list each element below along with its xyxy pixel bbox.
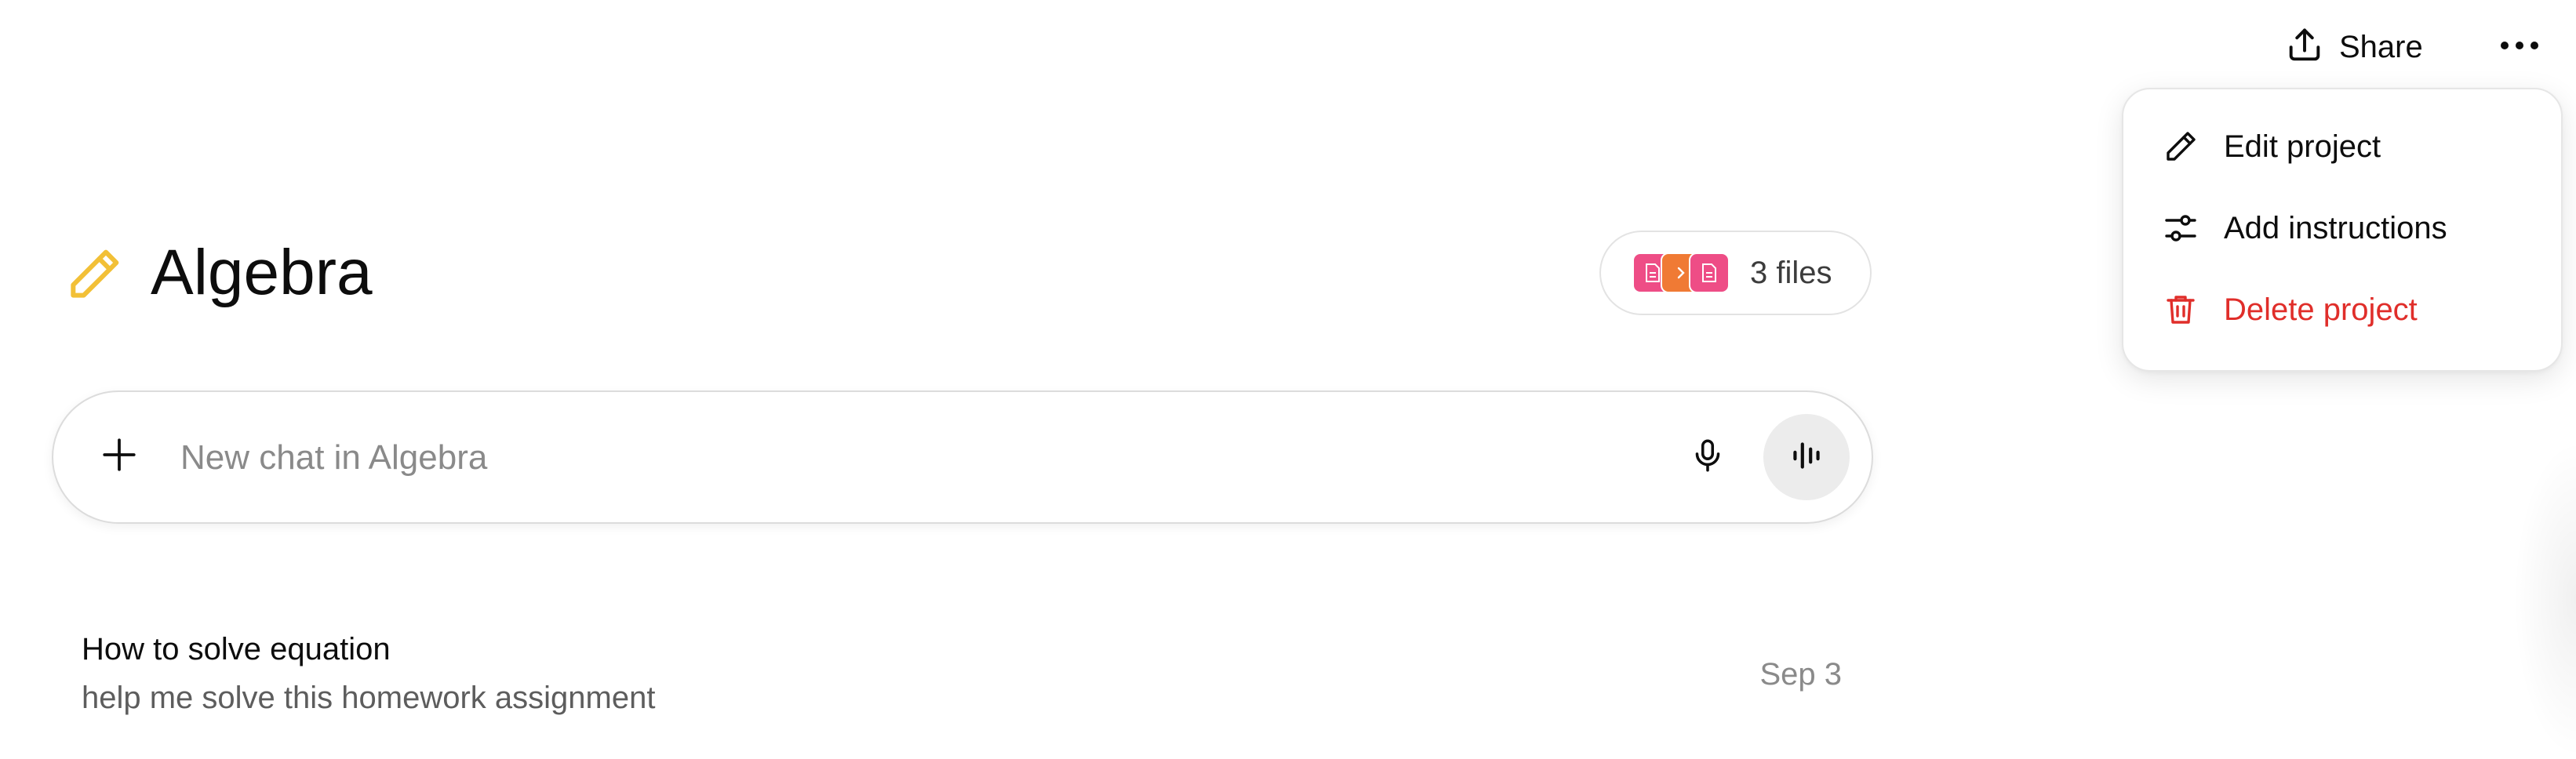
menu-item-edit-project[interactable]: Edit project [2161, 119, 2381, 174]
chat-composer [52, 390, 1873, 524]
menu-item-label: Delete project [2224, 292, 2418, 327]
conversation-title: How to solve equation [82, 632, 391, 666]
share-icon [2284, 25, 2325, 70]
document-icon [1689, 252, 1730, 293]
menu-item-label: Edit project [2224, 129, 2381, 164]
menu-item-label: Add instructions [2224, 210, 2447, 245]
pencil-icon [2161, 127, 2200, 166]
chat-input[interactable] [179, 425, 1641, 491]
project-pencil-icon[interactable] [63, 243, 126, 306]
trash-icon [2161, 290, 2200, 329]
voice-waveform-icon [1787, 436, 1826, 479]
share-button[interactable]: Share [2276, 22, 2431, 72]
file-stack [1632, 252, 1730, 293]
plus-icon [100, 435, 139, 478]
microphone-icon [1688, 436, 1727, 479]
conversation-date: Sep 3 [1759, 657, 1842, 692]
page-title: Algebra [151, 237, 373, 308]
share-label: Share [2339, 29, 2423, 64]
conversation-snippet: help me solve this homework assignment [82, 681, 656, 715]
voice-mode-button[interactable] [1763, 414, 1850, 500]
more-dots-icon [2499, 40, 2540, 55]
sliders-icon [2161, 209, 2200, 248]
menu-item-add-instructions[interactable]: Add instructions [2161, 201, 2447, 256]
project-files-button[interactable]: 3 files [1599, 231, 1872, 315]
more-options-button[interactable] [2491, 22, 2548, 72]
edge-shadow [2513, 439, 2576, 759]
dictate-button[interactable] [1682, 431, 1734, 483]
add-attachment-button[interactable] [94, 431, 144, 481]
files-count: 3 files [1750, 255, 1832, 290]
conversation-list-item[interactable]: How to solve equation help me solve this… [52, 618, 1873, 728]
menu-item-delete-project[interactable]: Delete project [2161, 282, 2418, 337]
project-options-menu: Edit project Add instructions Delete pro… [2122, 88, 2563, 372]
